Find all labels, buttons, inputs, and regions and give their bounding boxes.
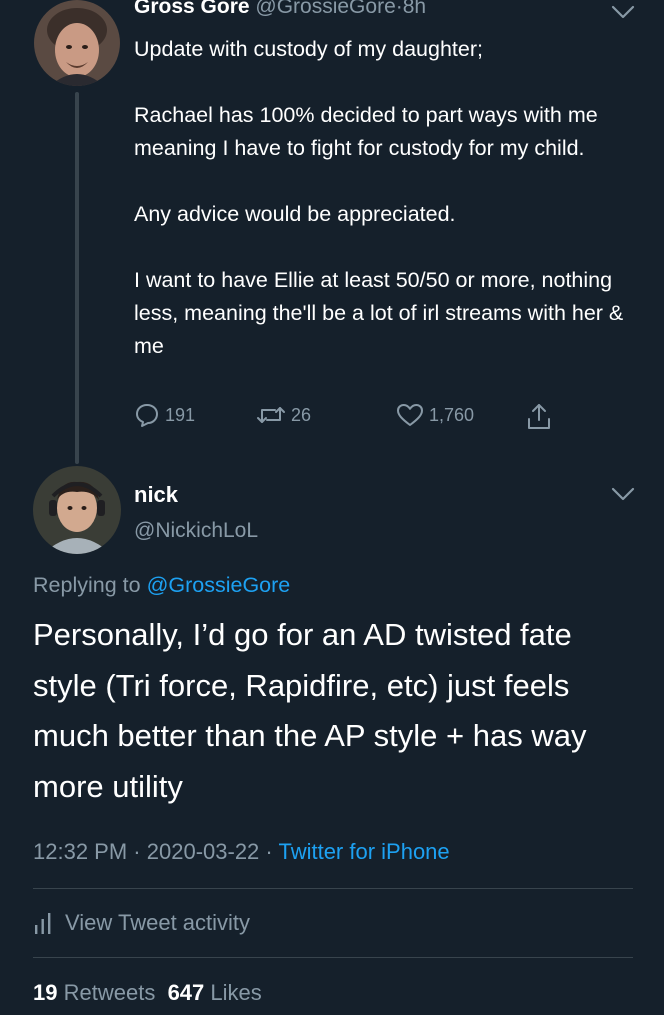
tweet-time: 12:32 PM	[33, 839, 128, 864]
tweet-date: 2020-03-22	[146, 839, 260, 864]
tweet-source-link[interactable]: Twitter for iPhone	[278, 839, 449, 864]
like-button[interactable]: 1,760	[396, 402, 474, 428]
divider	[33, 957, 633, 958]
retweet-button[interactable]: 26	[256, 402, 311, 428]
bar-chart-icon	[35, 913, 51, 934]
parent-paragraph: Any advice would be appreciated.	[134, 202, 456, 226]
reply-handle[interactable]: @NickichLoL	[134, 516, 258, 546]
reply-button[interactable]: 191	[134, 402, 195, 428]
tweet-thread-screen: Gross Gore @GrossieGore·8h Update with c…	[0, 0, 664, 1015]
share-button[interactable]	[525, 402, 553, 432]
retweet-count: 26	[291, 404, 312, 425]
divider	[33, 888, 633, 889]
parent-paragraph: Update with custody of my daughter;	[134, 37, 483, 61]
retweets-stat[interactable]: 19 Retweets	[33, 980, 155, 1005]
chevron-down-icon[interactable]	[610, 4, 636, 20]
parent-tweet-text: Update with custody of my daughter; Rach…	[134, 33, 634, 363]
tweet-stats: 19 Retweets 647 Likes	[33, 977, 262, 1009]
chevron-down-icon[interactable]	[610, 486, 636, 502]
thread-connector-line	[75, 92, 79, 464]
parent-action-bar: 191 26 1,760	[134, 402, 574, 434]
parent-paragraph: I want to have Ellie at least 50/50 or m…	[134, 268, 624, 358]
view-tweet-activity-label: View Tweet activity	[65, 910, 251, 935]
parent-paragraph: Rachael has 100% decided to part ways wi…	[134, 103, 598, 160]
parent-tweet-header: Gross Gore @GrossieGore·8h	[134, 0, 426, 22]
parent-time-ago[interactable]: 8h	[403, 0, 426, 18]
likes-stat[interactable]: 647 Likes	[168, 980, 262, 1005]
reply-count: 191	[165, 404, 196, 425]
reply-avatar[interactable]	[33, 466, 121, 554]
likes-count: 647	[167, 980, 205, 1005]
tweet-meta: 12:32 PM · 2020-03-22 · Twitter for iPho…	[33, 836, 450, 868]
retweet-icon	[257, 407, 285, 423]
retweets-label: Retweets	[63, 980, 156, 1005]
header-separator: ·	[395, 0, 403, 18]
replying-to-label: Replying to	[33, 573, 141, 597]
like-count: 1,760	[429, 404, 475, 425]
heart-icon	[397, 404, 423, 426]
likes-label: Likes	[210, 980, 262, 1005]
meta-separator: ·	[265, 839, 273, 864]
replying-to-line: Replying to @GrossieGore	[33, 569, 290, 601]
view-tweet-activity-button[interactable]: View Tweet activity	[33, 907, 250, 939]
share-icon	[528, 404, 550, 429]
replying-to-link[interactable]: @GrossieGore	[147, 573, 291, 597]
reply-display-name[interactable]: nick	[134, 480, 178, 510]
meta-separator: ·	[133, 839, 141, 864]
parent-display-name[interactable]: Gross Gore	[134, 0, 250, 18]
speech-bubble-icon	[136, 404, 158, 427]
parent-handle[interactable]: @GrossieGore	[255, 0, 395, 18]
reply-tweet-text: Personally, I’d go for an AD twisted fat…	[33, 617, 587, 804]
retweets-count: 19	[33, 980, 58, 1005]
parent-avatar[interactable]	[34, 0, 120, 86]
